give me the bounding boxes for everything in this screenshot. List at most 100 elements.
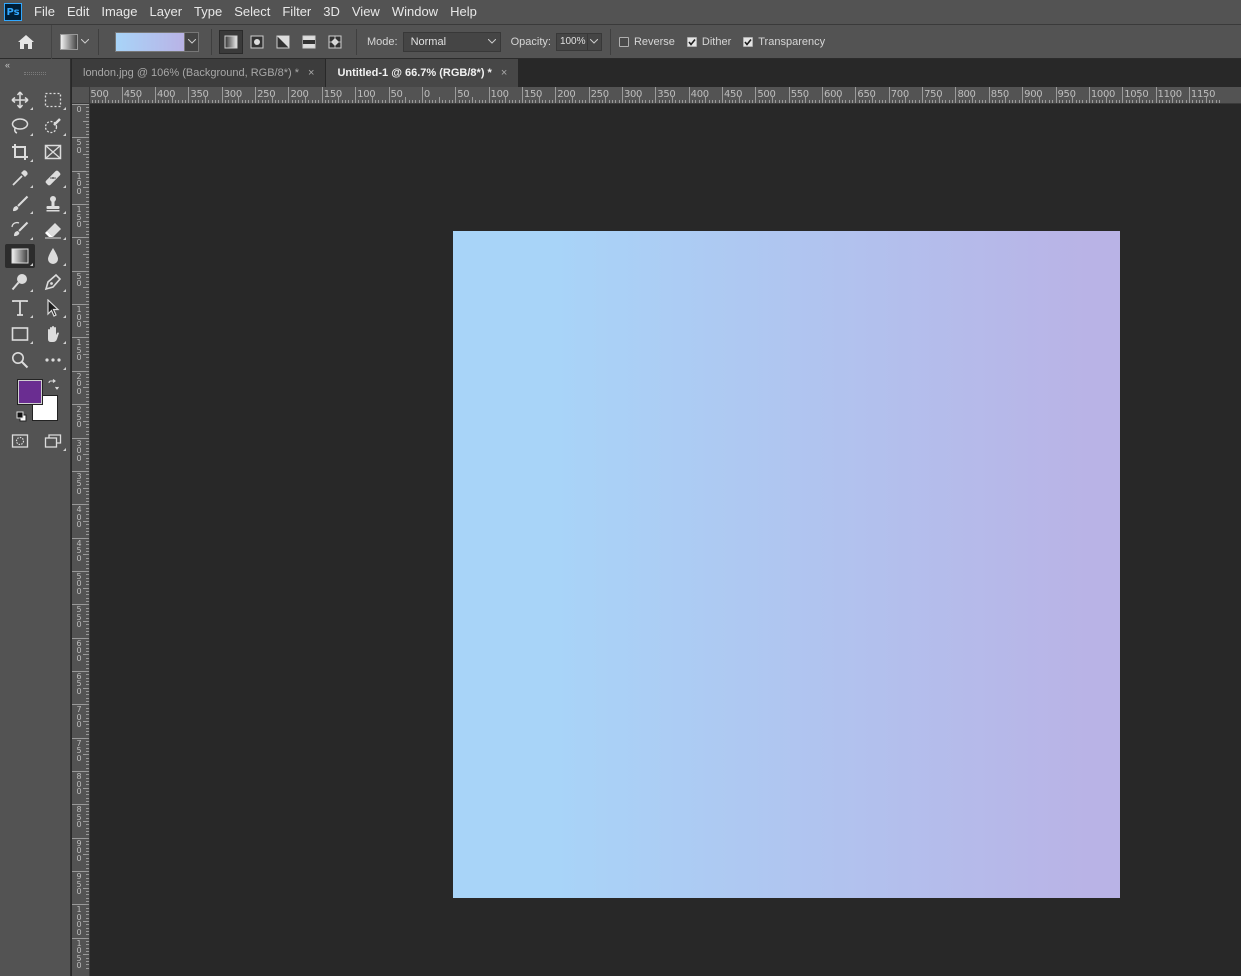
ruler-tick: [885, 100, 887, 103]
pen-tool[interactable]: [38, 270, 68, 294]
ruler-tick: [86, 740, 89, 742]
opacity-slider-button[interactable]: [587, 32, 602, 51]
collapse-panel-button[interactable]: «: [0, 59, 70, 71]
tool-preset-picker[interactable]: [60, 33, 92, 50]
move-tool[interactable]: [5, 88, 35, 112]
ruler-tick: [148, 100, 150, 103]
ruler-tick: [488, 87, 490, 103]
dodge-tool[interactable]: [5, 270, 35, 294]
dither-check-box[interactable]: [686, 36, 697, 47]
menu-image[interactable]: Image: [95, 0, 143, 24]
ruler-tick: [1095, 100, 1097, 103]
foreground-color-swatch[interactable]: [18, 380, 42, 404]
ruler-tick: [548, 100, 550, 103]
ruler-tick: [665, 100, 667, 103]
screen-mode-button[interactable]: [38, 429, 68, 453]
gradient-picker[interactable]: [115, 31, 199, 52]
ruler-tick: [251, 100, 253, 103]
zoom-tool[interactable]: [5, 348, 35, 372]
transparency-check-box[interactable]: [743, 36, 754, 47]
menu-select[interactable]: Select: [228, 0, 276, 24]
document-tab[interactable]: london.jpg @ 106% (Background, RGB/8*) *…: [72, 59, 327, 87]
submenu-indicator: [63, 237, 66, 240]
home-button[interactable]: [0, 24, 52, 59]
ruler-tick: [83, 554, 89, 556]
type-tool[interactable]: [5, 296, 35, 320]
menu-3d[interactable]: 3D: [317, 0, 346, 24]
ruler-tick: [418, 100, 420, 103]
gradient-dropdown-button[interactable]: [185, 31, 199, 52]
quick-mask-button[interactable]: [5, 429, 35, 453]
hand-tool[interactable]: [38, 322, 68, 346]
diamond-gradient-button[interactable]: [323, 30, 347, 54]
ruler-tick: [698, 100, 700, 103]
swap-colors-button[interactable]: [47, 379, 59, 391]
mode-select[interactable]: Normal: [402, 31, 501, 52]
ruler-tick: [641, 100, 643, 103]
ruler-tick: [308, 100, 310, 103]
ruler-tick: [86, 157, 89, 159]
ruler-tick: [321, 87, 323, 103]
path-selection-tool[interactable]: [38, 296, 68, 320]
linear-gradient-button[interactable]: [219, 29, 243, 54]
dither-checkbox[interactable]: Dither: [686, 36, 731, 48]
menu-type[interactable]: Type: [188, 0, 228, 24]
panel-grip[interactable]: [24, 72, 46, 75]
ruler-tick: [86, 197, 89, 199]
ruler-tick: [1012, 100, 1014, 103]
reflected-gradient-button[interactable]: [297, 30, 321, 54]
eraser-tool[interactable]: [38, 218, 68, 242]
angle-gradient-button[interactable]: [271, 30, 295, 54]
ruler-label: 200: [557, 89, 576, 100]
close-icon[interactable]: ×: [501, 67, 507, 79]
menu-window[interactable]: Window: [386, 0, 444, 24]
menu-layer[interactable]: Layer: [144, 0, 189, 24]
opacity-label: Opacity:: [510, 35, 551, 48]
ruler-tick: [86, 777, 89, 779]
healing-brush-tool[interactable]: [38, 166, 68, 190]
frame-tool[interactable]: [38, 140, 68, 164]
menu-view[interactable]: View: [346, 0, 386, 24]
ruler-tick: [802, 100, 804, 103]
reverse-checkbox[interactable]: Reverse: [618, 36, 675, 48]
menu-file[interactable]: File: [28, 0, 61, 24]
horizontal-ruler[interactable]: 5505004504003503002502001501005005010015…: [90, 87, 1241, 104]
document-tab[interactable]: Untitled-1 @ 66.7% (RGB/8*) * ×: [326, 59, 520, 87]
document-canvas[interactable]: [453, 231, 1120, 898]
canvas-workspace[interactable]: [90, 104, 1241, 976]
ruler-origin[interactable]: [72, 87, 90, 104]
menu-edit[interactable]: Edit: [61, 0, 95, 24]
submenu-indicator: [30, 107, 33, 110]
crop-tool[interactable]: [5, 140, 35, 164]
transparency-checkbox[interactable]: Transparency: [743, 36, 825, 48]
lasso-tool[interactable]: [5, 114, 35, 138]
gradient-tool[interactable]: [5, 244, 35, 268]
eyedropper-tool[interactable]: [5, 166, 35, 190]
clone-stamp-tool[interactable]: [38, 192, 68, 216]
radial-gradient-button[interactable]: [245, 30, 269, 54]
ruler-tick: [86, 801, 89, 802]
ruler-tick: [1142, 100, 1144, 103]
ruler-tick: [431, 100, 433, 103]
marquee-tool[interactable]: [38, 88, 68, 112]
history-brush-tool[interactable]: [5, 218, 35, 242]
default-colors-button[interactable]: [16, 411, 27, 422]
menu-help[interactable]: Help: [444, 0, 483, 24]
gradient-preview[interactable]: [115, 31, 185, 52]
ruler-tick: [195, 100, 197, 103]
close-icon[interactable]: ×: [308, 67, 314, 79]
ruler-tick: [86, 177, 89, 179]
vertical-ruler[interactable]: 0 50 100 150 0 50 100 150 200 250 300 350 400 450 500 5…: [72, 104, 90, 976]
rectangle-tool[interactable]: [5, 322, 35, 346]
reverse-check-box[interactable]: [618, 36, 629, 47]
ruler-tick: [468, 100, 470, 103]
menu-filter[interactable]: Filter: [276, 0, 317, 24]
edit-toolbar-button[interactable]: [38, 348, 68, 372]
opacity-input[interactable]: 100%: [555, 32, 588, 51]
ruler-tick: [545, 100, 547, 103]
ruler-tick: [661, 100, 663, 103]
quick-selection-tool[interactable]: [38, 114, 68, 138]
ruler-tick: [86, 250, 89, 252]
brush-tool[interactable]: [5, 192, 35, 216]
blur-tool[interactable]: [38, 244, 68, 268]
